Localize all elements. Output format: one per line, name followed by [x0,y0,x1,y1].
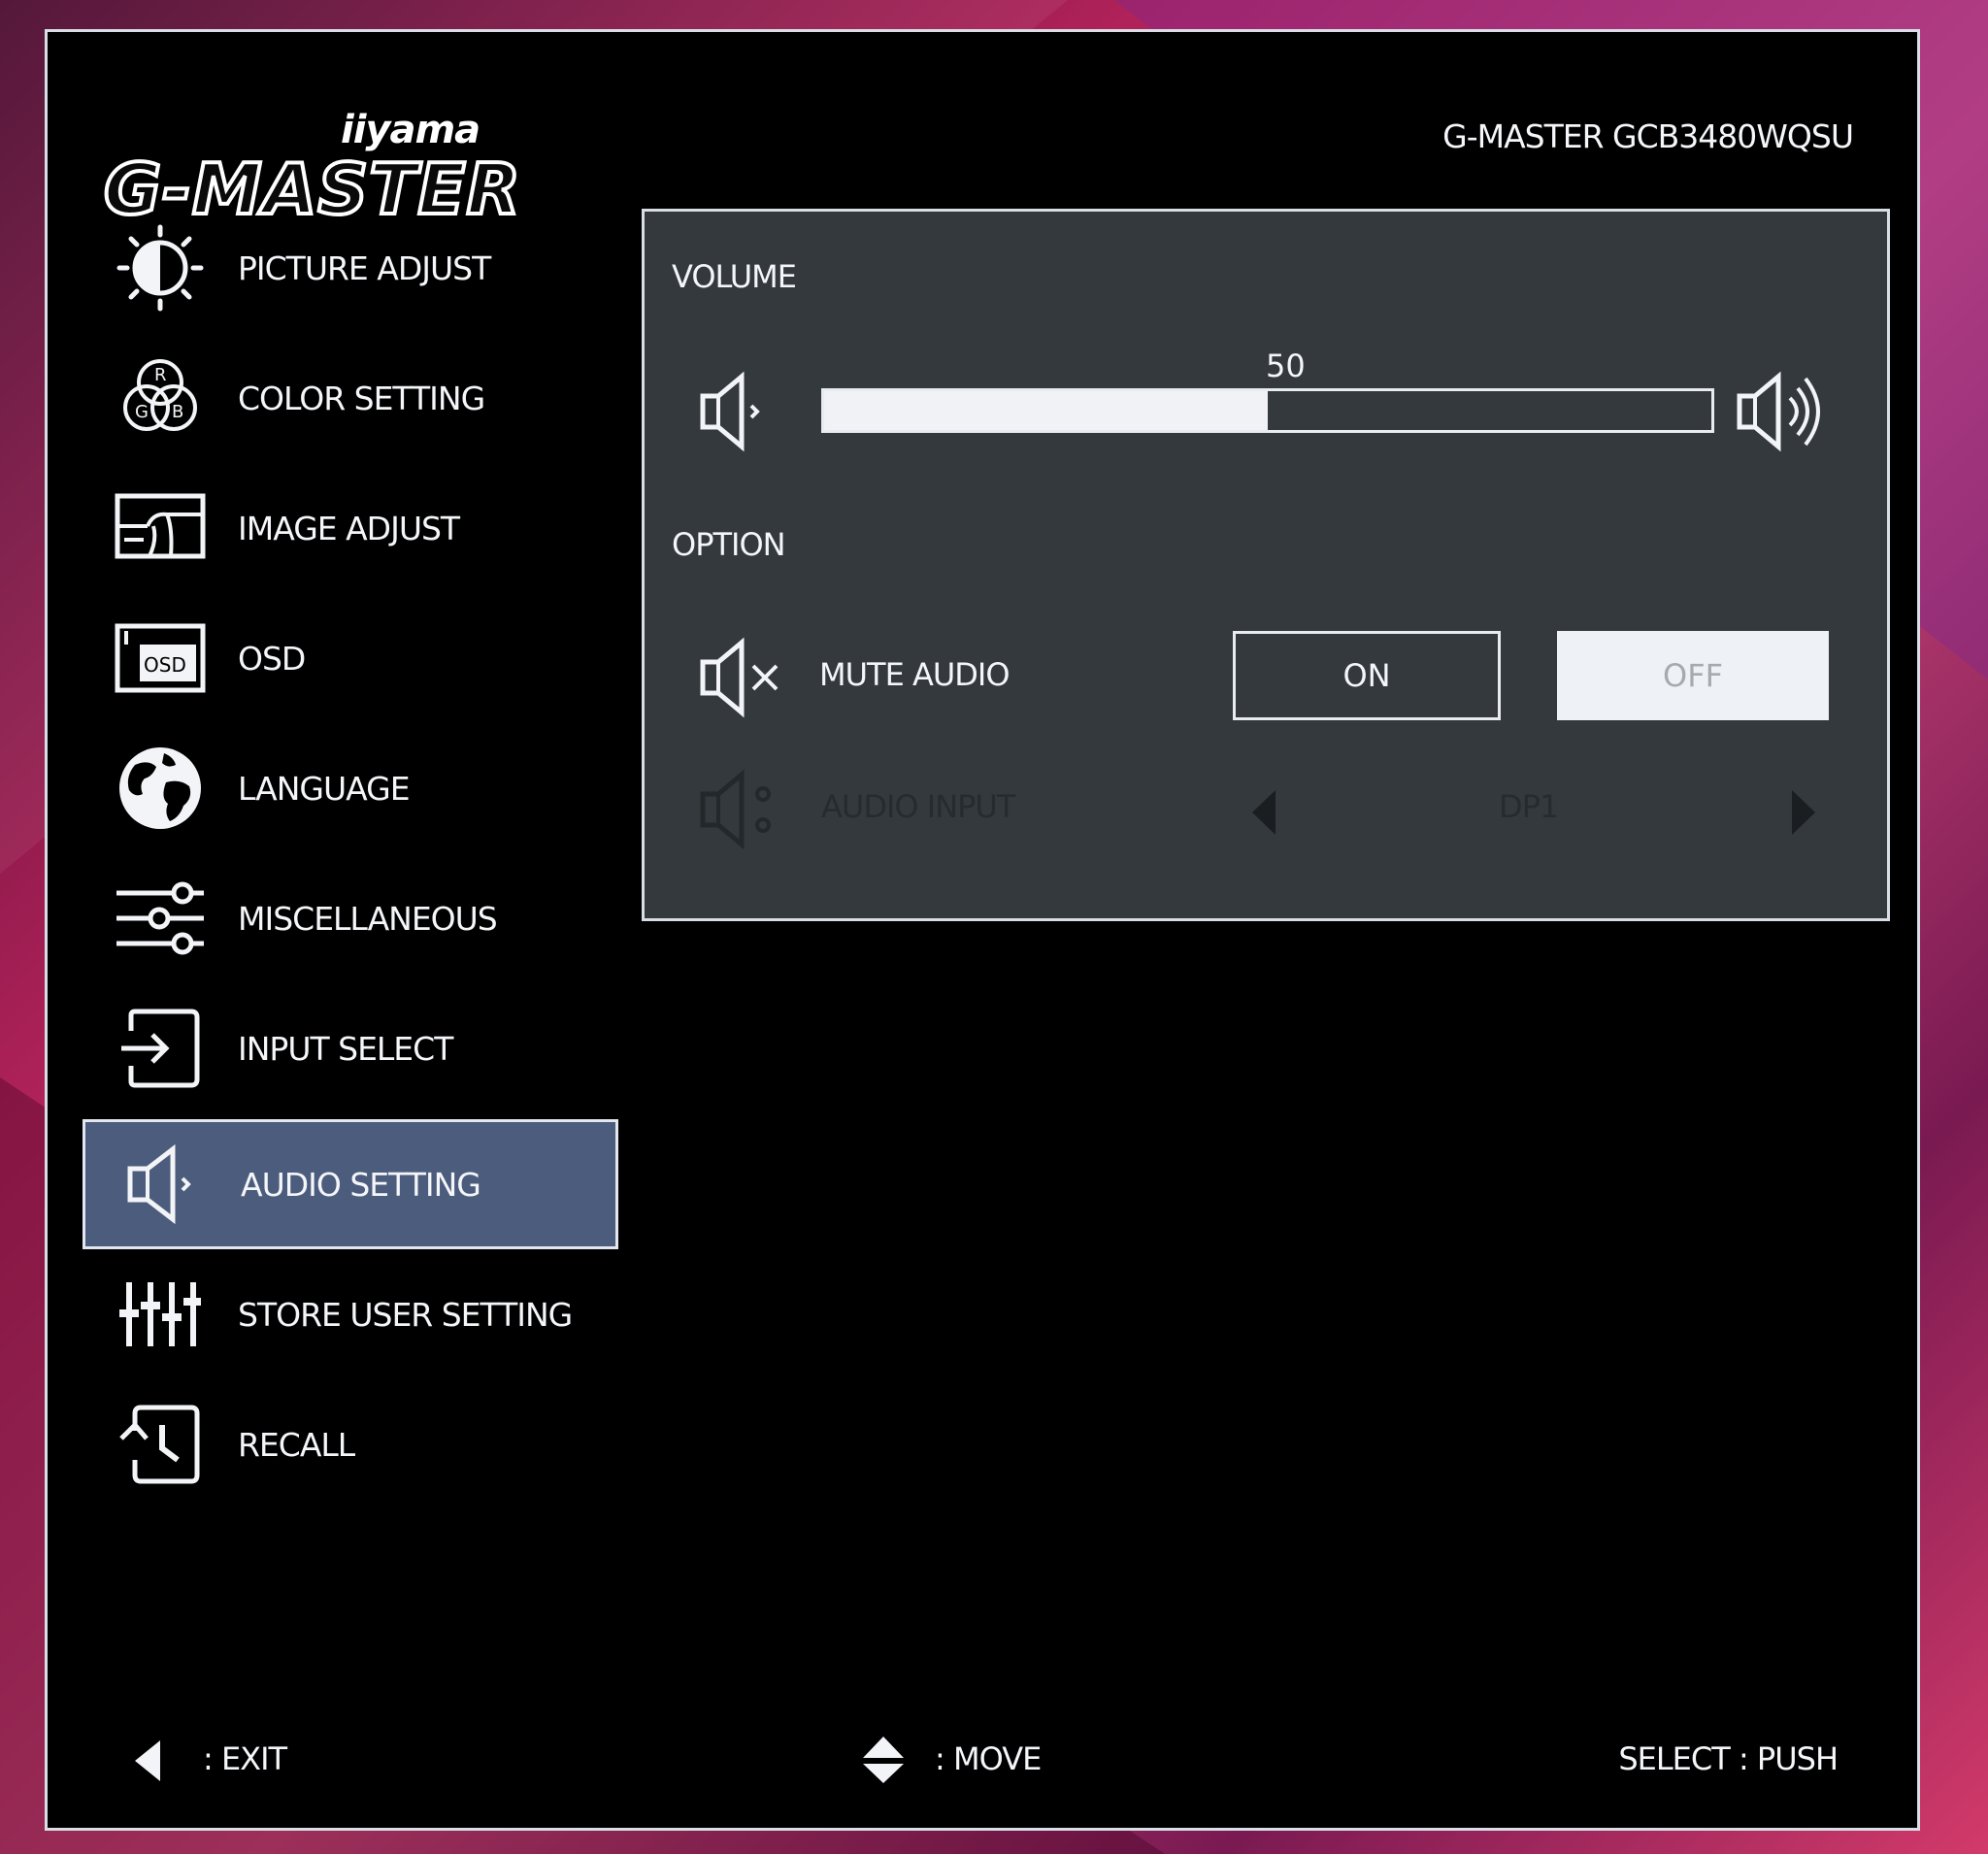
menu-item-miscellaneous[interactable]: MISCELLANEOUS [83,853,618,983]
image-adjust-icon [112,480,209,577]
menu-item-label: IMAGE ADJUST [238,509,460,547]
volume-slider[interactable] [821,388,1714,433]
menu-item-language[interactable]: LANGUAGE [83,723,618,853]
mute-icon [699,637,786,722]
menu-item-store-user-setting[interactable]: STORE USER SETTING [83,1249,618,1379]
menu-item-label: STORE USER SETTING [238,1295,573,1334]
recall-icon [112,1396,209,1493]
menu-item-label: RECALL [238,1425,355,1464]
menu-item-input-select[interactable]: INPUT SELECT [83,983,618,1113]
menu-item-label: COLOR SETTING [238,379,485,417]
audio-input-value: DP1 [1499,788,1559,825]
audio-setting-panel: VOLUME 50 OPTION MUTE AUDIO ON OFF AUDIO… [642,209,1890,921]
audio-input-icon [699,769,786,854]
svg-text:B: B [172,402,183,422]
menu-item-picture-adjust[interactable]: PICTURE ADJUST [83,203,618,333]
rgb-icon: RG B [112,349,209,447]
exit-hint: : EXIT [203,1740,287,1777]
brand-iiyama: iiyama [341,108,480,152]
volume-value: 50 [1266,348,1306,384]
audio-input-label: AUDIO INPUT [821,788,1015,825]
move-hint: : MOVE [935,1740,1042,1777]
menu-item-recall[interactable]: RECALL [83,1379,618,1509]
menu-item-label: AUDIO SETTING [241,1165,481,1204]
arrow-right-icon [1790,788,1817,841]
speaker-icon [115,1136,212,1233]
select-hint: SELECT : PUSH [1618,1740,1839,1777]
menu-item-label: LANGUAGE [238,769,411,808]
menu-item-label: INPUT SELECT [238,1029,453,1068]
exit-arrow-icon [133,1738,162,1787]
svg-text:R: R [154,365,167,385]
speaker-low-icon [699,371,767,456]
sliders-icon [112,870,209,967]
move-arrows-icon [861,1735,906,1789]
osd-icon: OSD [112,610,209,707]
equalizer-icon [112,1266,209,1363]
picture-adjust-icon [112,219,209,316]
mute-audio-label: MUTE AUDIO [819,656,1011,693]
mute-off-button[interactable]: OFF [1557,631,1829,720]
volume-slider-fill [824,391,1268,430]
menu-item-osd[interactable]: OSD OSD [83,593,618,723]
speaker-high-icon [1736,371,1833,456]
model-name: G-MASTER GCB3480WQSU [1442,117,1854,155]
svg-text:OSD: OSD [144,653,186,677]
menu-item-label: PICTURE ADJUST [238,248,491,287]
menu-item-label: MISCELLANEOUS [238,899,498,938]
main-menu: PICTURE ADJUST RG B COLOR SETTING IMAGE A… [83,203,618,1509]
menu-item-color-setting[interactable]: RG B COLOR SETTING [83,333,618,463]
menu-item-audio-setting[interactable]: AUDIO SETTING [83,1119,618,1249]
input-icon [112,1000,209,1097]
option-section-label: OPTION [672,526,786,563]
menu-item-label: OSD [238,639,306,678]
volume-section-label: VOLUME [672,258,797,295]
mute-on-button[interactable]: ON [1233,631,1501,720]
svg-text:G: G [135,402,149,422]
menu-item-image-adjust[interactable]: IMAGE ADJUST [83,463,618,593]
osd-window: iiyama G-MASTER G-MASTER GCB3480WQSU PIC… [45,29,1920,1831]
arrow-left-icon [1250,788,1277,841]
globe-icon [112,740,209,837]
osd-footer: : EXIT : MOVE SELECT : PUSH [48,1737,1917,1795]
